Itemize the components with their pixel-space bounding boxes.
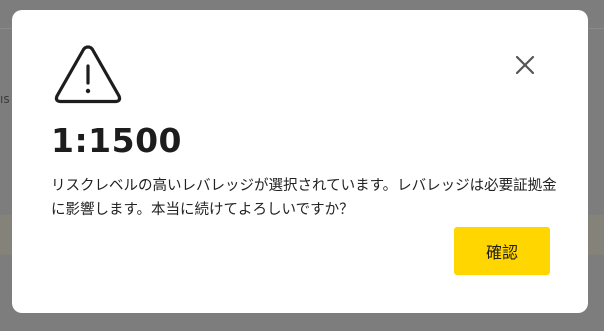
- warning-triangle-icon: [52, 42, 124, 106]
- close-button[interactable]: [510, 50, 540, 80]
- warning-message: リスクレベルの高いレバレッジが選択されています。レバレッジは必要証拠金 に影響し…: [51, 178, 557, 218]
- confirm-button[interactable]: 確認: [454, 227, 550, 275]
- background-text-fragment: ıs: [0, 92, 10, 106]
- leverage-value: 1:1500: [51, 121, 183, 160]
- modal-backdrop[interactable]: ıs 1:1500 リスクレベルの高いレバレッジが選択されています。レバレッジは…: [0, 0, 604, 331]
- close-icon: [515, 55, 535, 75]
- leverage-warning-dialog: 1:1500 リスクレベルの高いレバレッジが選択されています。レバレッジは必要証…: [12, 10, 588, 313]
